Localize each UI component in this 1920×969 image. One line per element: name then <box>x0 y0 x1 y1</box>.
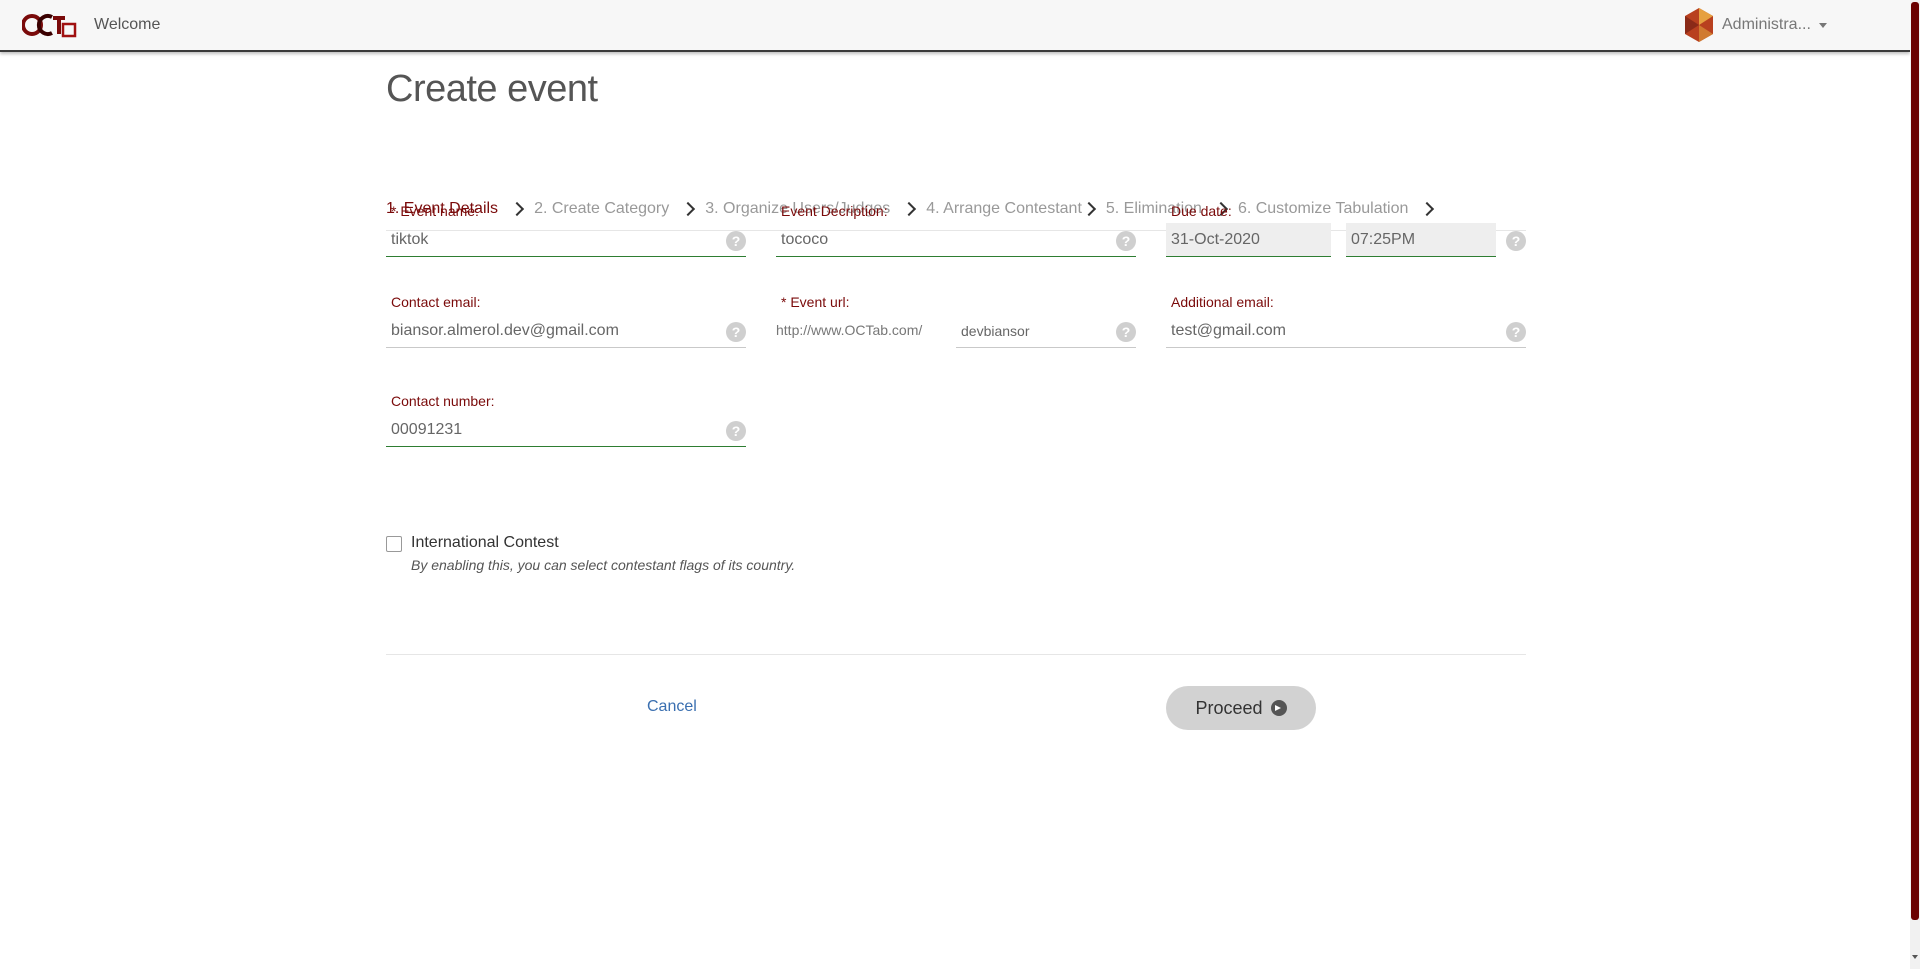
user-menu[interactable]: Administra... <box>1684 6 1827 44</box>
additional-email-group: Additional email: ? <box>1166 294 1526 354</box>
additional-email-input[interactable] <box>1166 314 1526 348</box>
international-contest-note: By enabling this, you can select contest… <box>411 557 796 573</box>
event-name-label: * Event name: <box>391 203 479 219</box>
contact-email-group: Contact email: ? <box>386 294 746 354</box>
nav-welcome[interactable]: Welcome <box>94 16 160 34</box>
contact-email-label: Contact email: <box>391 294 481 310</box>
contact-number-help-icon[interactable]: ? <box>726 421 746 441</box>
proceed-button[interactable]: Proceed <box>1166 686 1316 730</box>
event-name-group: * Event name: ? <box>386 203 746 263</box>
international-contest-label[interactable]: International Contest <box>411 534 559 552</box>
event-url-help-icon[interactable]: ? <box>1116 322 1136 342</box>
due-date-group: Due date: ? <box>1166 203 1526 263</box>
contact-email-input[interactable] <box>386 314 746 348</box>
scroll-down-icon[interactable] <box>1912 955 1918 959</box>
event-description-input[interactable] <box>776 223 1136 257</box>
additional-email-label: Additional email: <box>1171 294 1274 310</box>
due-date-input[interactable] <box>1166 223 1331 257</box>
user-avatar-icon <box>1685 8 1713 42</box>
event-name-input[interactable] <box>386 223 746 257</box>
due-time-input[interactable] <box>1346 223 1496 257</box>
contact-email-help-icon[interactable]: ? <box>726 322 746 342</box>
additional-email-help-icon[interactable]: ? <box>1506 322 1526 342</box>
event-url-input[interactable] <box>956 314 1136 348</box>
event-description-group: Event Decription: ? <box>776 203 1136 263</box>
chevron-down-icon <box>1818 22 1827 28</box>
proceed-label: Proceed <box>1195 697 1263 718</box>
event-url-group: * Event url: http://www.OCTab.com/ ? <box>776 294 1136 354</box>
due-date-label: Due date: <box>1171 203 1232 219</box>
due-date-help-icon[interactable]: ? <box>1506 231 1526 251</box>
event-description-label: Event Decription: <box>781 203 888 219</box>
page-scrollbar[interactable] <box>1910 0 1920 969</box>
event-name-help-icon[interactable]: ? <box>726 231 746 251</box>
octab-logo[interactable] <box>22 11 78 39</box>
form-divider <box>386 654 1526 655</box>
cancel-link[interactable]: Cancel <box>647 698 697 716</box>
contact-number-input[interactable] <box>386 413 746 447</box>
page-title: Create event <box>386 68 598 110</box>
user-name: Administra... <box>1722 16 1811 33</box>
event-url-label: * Event url: <box>781 294 850 310</box>
top-navbar: Welcome Administra... <box>0 0 1910 52</box>
scrollbar-thumb[interactable] <box>1911 2 1919 920</box>
contact-number-group: Contact number: ? <box>386 393 746 453</box>
contact-number-label: Contact number: <box>391 393 495 409</box>
arrow-right-circle-icon <box>1270 700 1287 716</box>
event-url-prefix: http://www.OCTab.com/ <box>776 322 923 338</box>
event-description-help-icon[interactable]: ? <box>1116 231 1136 251</box>
international-contest-checkbox[interactable] <box>386 536 402 552</box>
